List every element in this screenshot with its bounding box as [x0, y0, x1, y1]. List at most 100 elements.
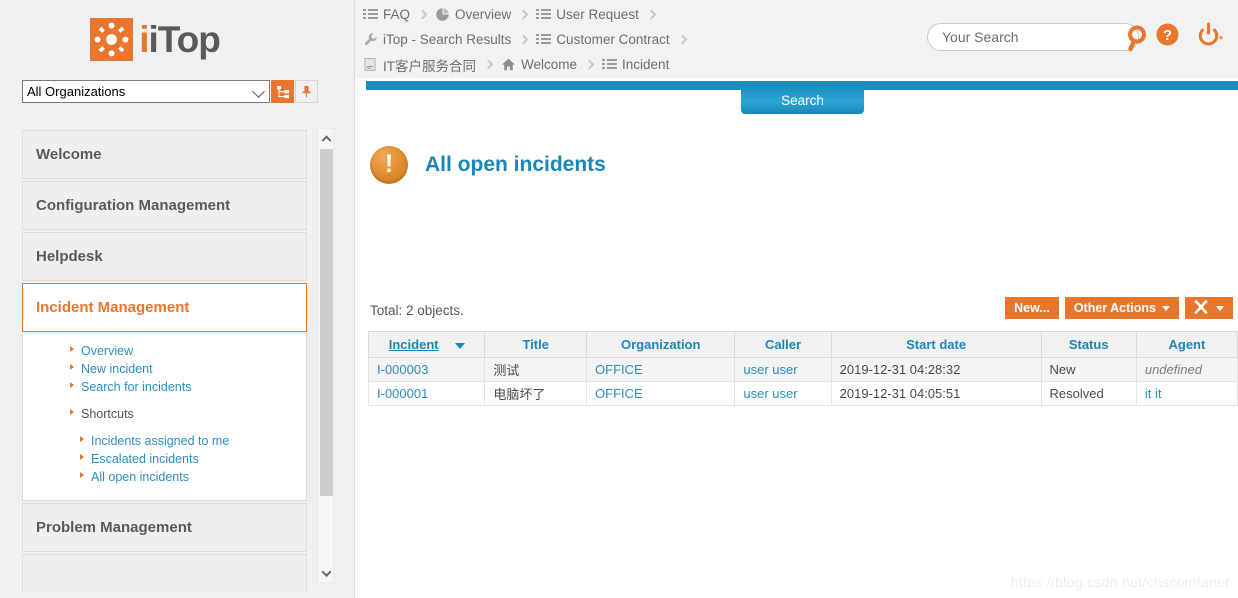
- breadcrumb-item-incident[interactable]: Incident: [602, 57, 669, 72]
- cell-agent: it it: [1135, 381, 1238, 406]
- pin-icon[interactable]: [295, 80, 318, 103]
- sidebar-scrollbar[interactable]: [317, 128, 334, 583]
- sidebar-menu: Welcome Configuration Management Helpdes…: [22, 130, 307, 592]
- scrollbar-thumb[interactable]: [320, 149, 333, 496]
- breadcrumb-item-overview[interactable]: Overview: [435, 7, 511, 22]
- sidebar-group-label: Helpdesk: [36, 248, 103, 265]
- table-header: Incident Title Organization Caller Start…: [367, 331, 1238, 358]
- page-title: All open incidents: [425, 153, 606, 176]
- sidebar-subitem-new-incident[interactable]: New incident: [23, 360, 306, 378]
- caller-link[interactable]: user user: [743, 386, 797, 401]
- itop-application-window: iiTop All Organizations Welcome Configur…: [0, 0, 1238, 598]
- sidebar-subitem-incidents-assigned-to-me[interactable]: Incidents assigned to me: [23, 432, 306, 450]
- sidebar-item-incident-management[interactable]: Incident Management: [22, 283, 307, 332]
- sidebar-item-helpdesk[interactable]: Helpdesk: [22, 232, 307, 281]
- table-row[interactable]: I-000003 测试 OFFICE user user 2019-12-31 …: [367, 357, 1238, 382]
- column-header-incident[interactable]: Incident: [367, 331, 486, 358]
- breadcrumb-item-faq[interactable]: FAQ: [363, 7, 410, 22]
- agent-value: undefined: [1144, 362, 1202, 377]
- table-row[interactable]: I-000001 电脑坏了 OFFICE user user 2019-12-3…: [367, 381, 1238, 406]
- column-label: Caller: [764, 337, 802, 352]
- tab-search[interactable]: Search: [741, 86, 864, 114]
- breadcrumb-separator-icon: [417, 9, 428, 20]
- organization-selector-row: All Organizations: [22, 80, 318, 103]
- other-actions-button[interactable]: Other Actions: [1064, 297, 1179, 319]
- list-icon: [536, 32, 552, 47]
- svg-text:?: ?: [1163, 27, 1172, 44]
- sidebar-item-configuration-management[interactable]: Configuration Management: [22, 181, 307, 230]
- breadcrumb-item-user-request[interactable]: User Request: [536, 7, 639, 22]
- breadcrumb: FAQ Overview User Request iTop - Search …: [363, 2, 695, 77]
- incidents-table: Incident Title Organization Caller Start…: [367, 331, 1238, 406]
- search-input[interactable]: [940, 28, 1116, 46]
- breadcrumb-item-it-contract[interactable]: IT客户服务合同: [363, 55, 476, 75]
- power-icon[interactable]: [1196, 22, 1228, 52]
- chevron-down-icon: [252, 84, 265, 98]
- sidebar-item-partial[interactable]: [22, 554, 307, 592]
- tools-button[interactable]: [1185, 297, 1233, 319]
- sidebar-item-problem-management[interactable]: Problem Management: [22, 503, 307, 552]
- app-logo[interactable]: iiTop: [0, 18, 310, 66]
- warning-icon: !: [370, 146, 408, 184]
- sidebar-subitem-escalated-incidents[interactable]: Escalated incidents: [23, 450, 306, 468]
- chevron-down-icon: [1216, 305, 1224, 311]
- column-header-title[interactable]: Title: [484, 331, 588, 358]
- page-title-row: ! All open incidents: [370, 146, 606, 184]
- column-label: Status: [1068, 337, 1109, 352]
- breadcrumb-item-customer-contract[interactable]: Customer Contract: [536, 32, 670, 47]
- scroll-up-icon[interactable]: [318, 129, 335, 146]
- search-box[interactable]: [927, 23, 1146, 52]
- column-header-agent[interactable]: Agent: [1135, 331, 1238, 358]
- breadcrumb-row: iTop - Search Results Customer Contract: [363, 27, 695, 52]
- sidebar-item-welcome[interactable]: Welcome: [22, 130, 307, 179]
- sidebar-group-label: Incident Management: [36, 299, 190, 316]
- sidebar-group-label: Welcome: [36, 146, 102, 163]
- list-icon: [602, 57, 618, 72]
- organization-link[interactable]: OFFICE: [595, 386, 643, 401]
- organization-select-value: All Organizations: [27, 84, 126, 99]
- total-objects-label: Total: 2 objects.: [370, 303, 464, 318]
- hierarchy-icon[interactable]: [271, 80, 294, 103]
- caller-link[interactable]: user user: [743, 362, 797, 377]
- breadcrumb-separator-icon: [646, 9, 657, 20]
- column-header-status[interactable]: Status: [1040, 331, 1137, 358]
- incident-link[interactable]: I-000003: [377, 362, 428, 377]
- column-label: Incident: [388, 337, 439, 352]
- breadcrumb-item-welcome[interactable]: Welcome: [501, 57, 577, 72]
- column-header-organization[interactable]: Organization: [586, 331, 736, 358]
- sidebar-subitem-all-open-incidents[interactable]: All open incidents: [23, 468, 306, 486]
- organization-select[interactable]: All Organizations: [22, 80, 270, 103]
- breadcrumb-separator-icon: [483, 59, 494, 70]
- incident-link[interactable]: I-000001: [377, 386, 428, 401]
- incident-management-submenu: Overview New incident Search for inciden…: [22, 334, 307, 501]
- column-header-caller[interactable]: Caller: [734, 331, 832, 358]
- bullet-arrow-icon: [70, 409, 74, 415]
- sidebar-subitem-shortcuts[interactable]: Shortcuts: [23, 405, 306, 423]
- cell-organization: OFFICE: [586, 357, 736, 382]
- other-actions-label: Other Actions: [1073, 301, 1156, 315]
- wrench-icon: [363, 32, 378, 47]
- breadcrumb-separator-icon: [518, 9, 529, 20]
- breadcrumb-row: FAQ Overview User Request: [363, 2, 695, 27]
- sidebar-subitem-overview[interactable]: Overview: [23, 342, 306, 360]
- cell-start-date: 2019-12-31 04:05:51: [830, 381, 1042, 406]
- new-button[interactable]: New...: [1005, 297, 1059, 319]
- organization-link[interactable]: OFFICE: [595, 362, 643, 377]
- magnifier-icon[interactable]: [1124, 22, 1154, 59]
- bullet-arrow-icon: [80, 454, 84, 460]
- scroll-down-icon[interactable]: [318, 565, 335, 582]
- watermark: https://blog.csdn.net/chscomfaner: [1010, 574, 1230, 590]
- sidebar-subitem-label: Search for incidents: [81, 380, 192, 394]
- column-header-start-date[interactable]: Start date: [830, 331, 1042, 358]
- sidebar-subitem-label: All open incidents: [91, 470, 189, 484]
- sidebar-subitem-search-for-incidents[interactable]: Search for incidents: [23, 378, 306, 396]
- breadcrumb-item-itop-search-results[interactable]: iTop - Search Results: [363, 32, 511, 47]
- breadcrumb-separator-icon: [518, 34, 529, 45]
- breadcrumb-separator-icon: [584, 59, 595, 70]
- help-circle-icon[interactable]: ?: [1155, 22, 1180, 52]
- logo-wordmark: iiTop: [139, 19, 221, 60]
- agent-link[interactable]: it it: [1145, 386, 1162, 401]
- top-header: FAQ Overview User Request iTop - Search …: [355, 0, 1238, 78]
- sidebar-group-label: Configuration Management: [36, 197, 231, 214]
- sidebar-subitem-label: Escalated incidents: [91, 452, 199, 466]
